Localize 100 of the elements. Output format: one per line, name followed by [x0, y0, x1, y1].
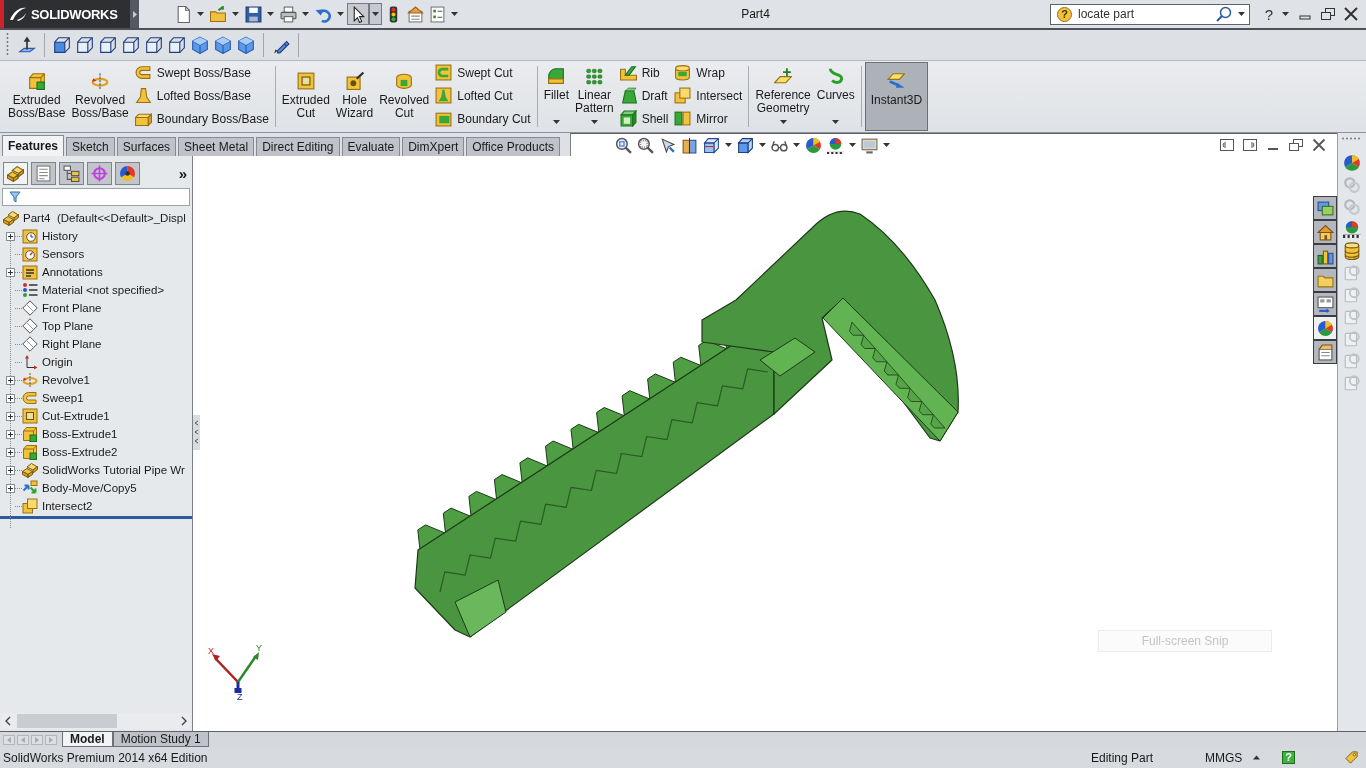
toolbar-button[interactable]: [1313, 196, 1337, 220]
arrow-plane-icon[interactable]: [18, 36, 36, 54]
plus-box-icon[interactable]: [6, 429, 15, 439]
caret-icon[interactable]: [883, 143, 890, 147]
ribbon-button[interactable]: Intersect: [671, 84, 746, 107]
caret-icon[interactable]: [1282, 12, 1289, 16]
plus-box-icon[interactable]: [6, 393, 15, 403]
split-left-icon[interactable]: [1219, 137, 1235, 153]
wireframe-cube-icon[interactable]: [53, 36, 71, 54]
toolbar-button[interactable]: [1313, 268, 1337, 292]
tree-item[interactable]: Part4 (Default<<Default>_Displ: [23, 212, 186, 224]
tree-item[interactable]: Sweep1: [42, 392, 84, 404]
tab[interactable]: Sketch: [66, 137, 115, 156]
toolbar-button[interactable]: [277, 3, 299, 25]
panel-tab[interactable]: [31, 161, 56, 185]
color-ball-icon[interactable]: [805, 136, 822, 154]
panel-tab[interactable]: [59, 161, 84, 185]
ribbon-button[interactable]: Revolved Boss/Base: [68, 62, 132, 131]
ribbon-button[interactable]: Swept Cut: [432, 61, 534, 84]
ribbon-button[interactable]: Fillet: [540, 62, 572, 131]
wireframe-cube-icon[interactable]: [76, 36, 94, 54]
tab[interactable]: Office Products: [466, 137, 561, 156]
toolbar-button[interactable]: [1313, 340, 1337, 364]
ribbon-button[interactable]: Lofted Boss/Base: [131, 84, 272, 107]
ribbon-button[interactable]: Linear Pattern: [571, 62, 617, 131]
plus-box-icon[interactable]: [6, 483, 15, 493]
panel-tab[interactable]: [115, 161, 140, 185]
plus-box-icon[interactable]: [6, 375, 15, 385]
shaded-cube-icon[interactable]: [191, 36, 209, 54]
close-icon[interactable]: [1311, 137, 1327, 153]
tree-item[interactable]: Sensors: [42, 248, 85, 260]
ribbon-button[interactable]: Revolved Cut: [376, 62, 433, 131]
dropdown-button[interactable]: [369, 3, 382, 25]
ribbon-button[interactable]: Extruded Cut: [278, 62, 333, 131]
tree-item[interactable]: Right Plane: [42, 338, 102, 350]
zoom-fit-icon[interactable]: [615, 136, 632, 154]
ribbon-button[interactable]: Rib: [616, 61, 672, 84]
plus-box-icon[interactable]: [6, 447, 15, 457]
tab[interactable]: DimXpert: [402, 137, 465, 156]
ribbon-button[interactable]: Curves: [813, 62, 858, 131]
help-bubble[interactable]: ?: [1057, 6, 1072, 22]
ribbon-button[interactable]: Mirror: [671, 107, 746, 130]
toolbar-button[interactable]: [1313, 244, 1337, 268]
shaded-cube-icon[interactable]: [237, 36, 255, 54]
toolbar-button[interactable]: [347, 3, 369, 25]
restore-icon[interactable]: [1288, 137, 1304, 153]
units-label[interactable]: MMGS: [1205, 750, 1253, 765]
arrow-left-icon[interactable]: [4, 716, 12, 726]
grip-icon[interactable]: [6, 33, 9, 57]
monitor-icon[interactable]: [861, 136, 878, 154]
caret-icon[interactable]: [552, 120, 560, 124]
more-tabs-button[interactable]: »: [178, 164, 187, 182]
caret-icon[interactable]: [372, 12, 379, 16]
tab[interactable]: Features: [2, 135, 65, 156]
tree-item[interactable]: Revolve1: [42, 374, 90, 386]
tree-item[interactable]: Intersect2: [42, 500, 93, 512]
database-icon[interactable]: [1343, 242, 1361, 260]
tree-item[interactable]: Body-Move/Copy5: [42, 482, 137, 494]
tree-item[interactable]: Boss-Extrude2: [42, 446, 118, 458]
arrow-right-icon[interactable]: [180, 716, 188, 726]
tree-item[interactable]: Front Plane: [42, 302, 102, 314]
ribbon-button[interactable]: Boundary Cut: [432, 107, 534, 130]
help-button[interactable]: ?: [1262, 5, 1276, 23]
caret-icon[interactable]: [725, 143, 732, 147]
tree-item[interactable]: Annotations: [42, 266, 103, 278]
grip-icon[interactable]: [1341, 137, 1363, 140]
ribbon-button[interactable]: Shell: [616, 107, 672, 130]
panel-tab[interactable]: [87, 161, 112, 185]
filter-field[interactable]: [2, 188, 190, 206]
tree-item[interactable]: SolidWorks Tutorial Pipe Wr: [42, 464, 185, 476]
shaded-cube-icon[interactable]: [737, 136, 754, 154]
toolbar-button[interactable]: [1313, 220, 1337, 244]
caret-icon[interactable]: [232, 12, 239, 16]
tab[interactable]: Sheet Metal: [178, 137, 255, 156]
ribbon-button[interactable]: Instant3D: [864, 62, 929, 131]
ribbon-button[interactable]: Boundary Boss/Base: [131, 107, 272, 130]
ribbon-button[interactable]: Extruded Boss/Base: [5, 62, 69, 131]
ribbon-button[interactable]: Wrap: [671, 61, 746, 84]
menu-flyout-button[interactable]: [130, 0, 139, 28]
pointer-arrow-icon[interactable]: [659, 136, 676, 154]
color-ball-icon[interactable]: [1343, 154, 1361, 172]
wireframe-cube-icon[interactable]: [99, 36, 117, 54]
zoom-area-icon[interactable]: [637, 136, 654, 154]
ribbon-button[interactable]: Reference Geometry: [752, 62, 814, 131]
caret-icon[interactable]: [197, 12, 204, 16]
ribbon-button[interactable]: Swept Boss/Base: [131, 61, 272, 84]
ribbon-button[interactable]: Draft: [616, 84, 672, 107]
tree-item[interactable]: Cut-Extrude1: [42, 410, 110, 422]
caret-up-icon[interactable]: [1253, 755, 1260, 760]
plus-box-icon[interactable]: [6, 411, 15, 421]
close-icon[interactable]: [1343, 6, 1359, 22]
cube-icon[interactable]: [703, 136, 720, 154]
search-field[interactable]: ? locate part: [1050, 3, 1250, 25]
scene-ball-icon[interactable]: [827, 136, 844, 154]
ribbon-button[interactable]: Lofted Cut: [432, 84, 534, 107]
tag-icon[interactable]: [1344, 750, 1359, 765]
tree-item[interactable]: History: [42, 230, 78, 242]
tab[interactable]: Direct Editing: [256, 137, 340, 156]
tab[interactable]: Model: [62, 732, 113, 747]
split-right-icon[interactable]: [1242, 137, 1258, 153]
